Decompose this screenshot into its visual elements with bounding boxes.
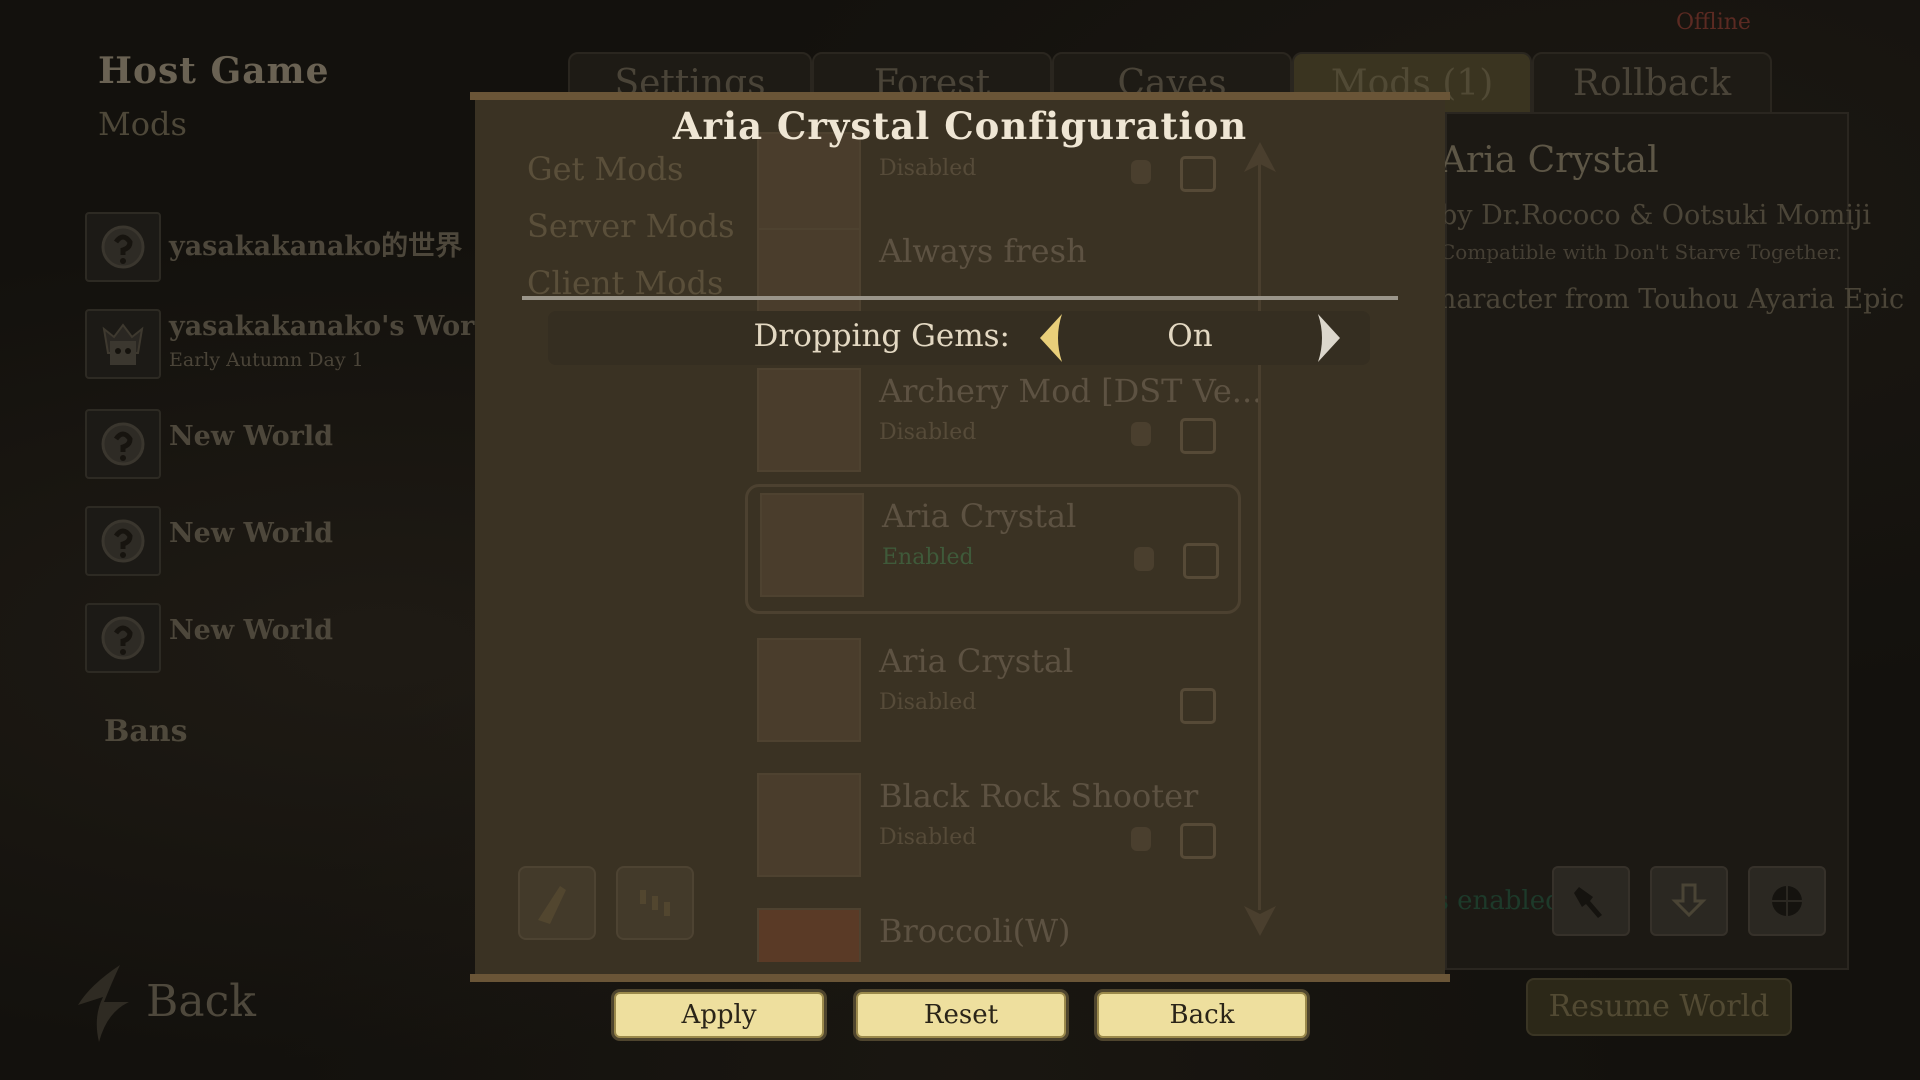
- globe-icon: [1772, 886, 1802, 916]
- dialog-title: Aria Crystal Configuration: [672, 104, 1248, 148]
- mod-list-item[interactable]: Broccoli(W): [745, 902, 1235, 962]
- mod-thumbnail: [760, 493, 864, 597]
- mod-detail-compat: Compatible with Don't Starve Together.: [1440, 240, 1843, 264]
- arrow-left-icon[interactable]: [1036, 312, 1066, 364]
- mod-status: Disabled: [879, 825, 977, 850]
- character-avatar-icon: [85, 309, 161, 379]
- mod-workshop-button[interactable]: [1748, 866, 1826, 936]
- mod-title: Always fresh: [879, 232, 1087, 270]
- option-label: Dropping Gems:: [753, 318, 1010, 354]
- world-slot-name: New World: [169, 421, 333, 452]
- mod-list-item-selected[interactable]: Aria Crystal Enabled: [745, 484, 1241, 614]
- world-slot-2[interactable]: yasakakanako's World Early Autumn Day 1: [85, 307, 503, 379]
- mod-status: Disabled: [879, 156, 977, 181]
- clean-button[interactable]: [518, 866, 596, 940]
- world-avatar-icon: [85, 603, 161, 673]
- mod-thumbnail: [757, 773, 861, 877]
- world-slot-name: New World: [169, 518, 333, 549]
- mod-thumbnail: [757, 368, 861, 472]
- dialog-separator: [522, 296, 1398, 300]
- mod-detail-author: by Dr.Rococo & Ootsuki Momiji: [1440, 200, 1872, 231]
- scroll-down-icon[interactable]: [1240, 900, 1280, 940]
- menu-get-mods[interactable]: Get Mods: [527, 150, 683, 188]
- mod-title: Aria Crystal: [882, 497, 1077, 535]
- mod-title: Archery Mod [DST Ve...: [879, 372, 1263, 410]
- bans-link[interactable]: Bans: [104, 714, 188, 749]
- mod-list-item[interactable]: Black Rock Shooter Disabled: [745, 767, 1235, 891]
- wrench-icon: [1134, 547, 1154, 571]
- world-avatar-icon: [85, 212, 161, 282]
- broom-icon: [538, 886, 566, 924]
- mod-list-item[interactable]: Archery Mod [DST Ve... Disabled: [745, 362, 1262, 486]
- mod-checkbox[interactable]: [1180, 156, 1216, 192]
- mod-thumbnail: [757, 908, 861, 962]
- wrench-icon: [1131, 160, 1151, 184]
- world-slot-day: Early Autumn Day 1: [169, 349, 364, 371]
- wrench-icon: [1574, 887, 1602, 918]
- reset-button[interactable]: Reset: [856, 992, 1066, 1038]
- world-slot-3[interactable]: New World: [85, 407, 485, 479]
- mod-checkbox[interactable]: [1180, 823, 1216, 859]
- dialog-frame-bottom: [470, 974, 1450, 982]
- mod-title: Broccoli(W): [879, 912, 1071, 950]
- world-slot-name: yasakakanako的世界: [169, 231, 463, 262]
- mod-status: Disabled: [879, 420, 977, 445]
- option-value: On: [1167, 318, 1213, 354]
- download-icon: [1671, 883, 1707, 918]
- back-arrow-icon: [78, 965, 129, 1042]
- mod-update-button[interactable]: [1650, 866, 1728, 936]
- mod-checkbox[interactable]: [1180, 418, 1216, 454]
- mod-thumbnail: [757, 638, 861, 742]
- mod-status: Enabled: [882, 545, 974, 570]
- dialog-frame-top: [470, 92, 1450, 100]
- tab-rollback[interactable]: Rollback: [1532, 52, 1772, 114]
- sort-button[interactable]: [616, 866, 694, 940]
- wrench-icon: [1131, 827, 1151, 851]
- dialog-back-button[interactable]: Back: [1097, 992, 1307, 1038]
- world-slot-name: New World: [169, 615, 333, 646]
- back-main-label: Back: [146, 976, 256, 1027]
- mod-list-scrollbar[interactable]: [1258, 150, 1261, 910]
- offline-status: Offline: [1676, 10, 1751, 35]
- world-slot-4[interactable]: New World: [85, 504, 485, 576]
- mod-checkbox[interactable]: [1180, 688, 1216, 724]
- page-title: Host Game: [98, 50, 330, 92]
- world-slot-5[interactable]: New World: [85, 601, 485, 673]
- sort-icon: [640, 890, 670, 916]
- mod-list-item[interactable]: Aria Crystal Disabled: [745, 632, 1235, 756]
- menu-server-mods[interactable]: Server Mods: [527, 207, 735, 245]
- wrench-icon: [1131, 422, 1151, 446]
- resume-world-button[interactable]: Resume World: [1526, 978, 1792, 1036]
- world-avatar-icon: [85, 506, 161, 576]
- world-avatar-icon: [85, 409, 161, 479]
- mod-config-button[interactable]: [1552, 866, 1630, 936]
- back-main-button[interactable]: Back: [70, 960, 310, 1050]
- world-slot-name: yasakakanako's World: [169, 311, 504, 342]
- apply-button[interactable]: Apply: [614, 992, 824, 1038]
- world-slot-1[interactable]: yasakakanako的世界: [85, 210, 485, 282]
- mod-checkbox-checked[interactable]: [1183, 543, 1219, 579]
- mod-title: Aria Crystal: [879, 642, 1074, 680]
- mod-title: Black Rock Shooter: [879, 777, 1199, 815]
- page-subtitle: Mods: [98, 105, 187, 143]
- mod-status: Disabled: [879, 690, 977, 715]
- mod-detail-name: Aria Crystal: [1440, 140, 1659, 181]
- arrow-right-icon[interactable]: [1314, 312, 1344, 364]
